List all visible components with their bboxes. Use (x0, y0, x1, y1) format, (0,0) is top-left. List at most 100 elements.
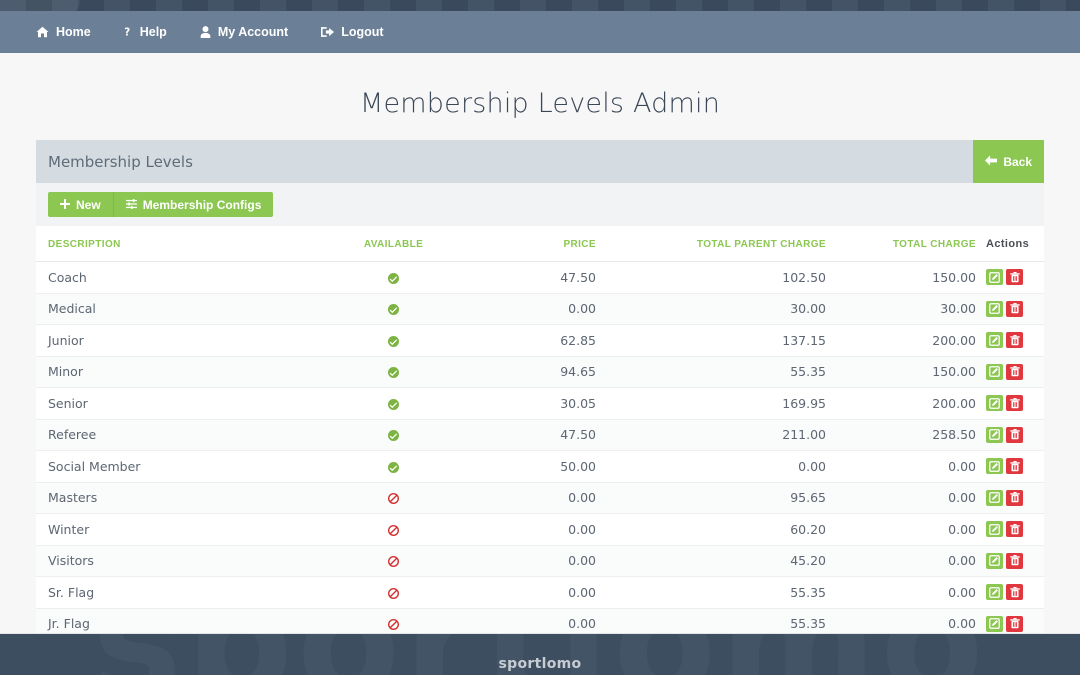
cell-price: 47.50 (451, 261, 596, 294)
delete-row-button[interactable] (1006, 584, 1023, 600)
footer-brand: sportlomo (498, 656, 582, 672)
membership-configs-button[interactable]: Membership Configs (112, 192, 274, 217)
cell-actions (976, 356, 1044, 388)
cell-actions (976, 576, 1044, 609)
row-action-group (986, 300, 1023, 317)
table-row: Winter 0.00 60.20 0.00 (36, 513, 1044, 546)
edit-row-button[interactable] (986, 395, 1003, 411)
column-header-price[interactable]: PRICE (451, 226, 596, 262)
cell-total-parent-charge: 55.35 (596, 356, 826, 388)
cell-total-parent-charge: 137.15 (596, 324, 826, 357)
row-action-group (986, 521, 1023, 537)
cell-actions (976, 545, 1044, 577)
cell-price: 0.00 (451, 293, 596, 325)
cell-actions (976, 482, 1044, 514)
delete-row-button[interactable] (1006, 426, 1023, 443)
delete-row-button[interactable] (1006, 458, 1023, 474)
delete-row-button[interactable] (1006, 552, 1023, 569)
cell-description: Winter (36, 513, 336, 546)
column-header-available[interactable]: AVAILABLE (336, 226, 451, 262)
cell-description: Sr. Flag (36, 576, 336, 609)
delete-row-button[interactable] (1006, 489, 1023, 506)
cell-description: Masters (36, 482, 336, 514)
page-title: Membership Levels Admin (359, 88, 721, 119)
panel-header: Membership Levels Back (36, 140, 1044, 183)
check-circle-icon (388, 430, 399, 442)
back-button-label: Back (1003, 154, 1032, 169)
edit-row-button[interactable] (986, 552, 1003, 569)
nav-item-my-account[interactable]: My Account (200, 26, 288, 39)
delete-row-button[interactable] (1006, 363, 1023, 380)
cell-description: Medical (36, 293, 336, 325)
row-action-group (986, 332, 1023, 348)
membership-levels-table: DESCRIPTION AVAILABLE PRICE TOTAL PARENT… (36, 226, 1044, 675)
row-action-group (986, 269, 1023, 285)
column-header-description[interactable]: DESCRIPTION (36, 226, 336, 262)
ban-circle-icon (388, 524, 399, 536)
sliders-icon (125, 198, 137, 212)
table-row: Junior 62.85 137.15 200.00 (36, 324, 1044, 357)
table-row: Social Member 50.00 0.00 0.00 (36, 450, 1044, 483)
nav-item-logout[interactable]: Logout (321, 24, 384, 39)
toolbar-button-group: New Membership Configs (48, 192, 274, 217)
cell-available (336, 324, 451, 357)
delete-row-button[interactable] (1006, 269, 1023, 285)
row-action-group (986, 552, 1023, 569)
back-button[interactable]: Back (973, 140, 1044, 183)
membership-levels-panel: Membership Levels Back New Membership Co… (36, 140, 1044, 675)
cell-price: 0.00 (451, 513, 596, 546)
cell-description: Minor (36, 356, 336, 388)
nav-item-my-account-label: My Account (217, 24, 289, 39)
nav-item-logout-label: Logout (341, 24, 384, 39)
cell-actions (976, 419, 1044, 451)
main-navigation: Home ? Help My Account Logout (0, 11, 1080, 53)
cell-total-charge: 0.00 (826, 576, 976, 609)
nav-item-help[interactable]: ? Help (124, 26, 167, 39)
edit-row-button[interactable] (986, 300, 1003, 317)
cell-description: Junior (36, 324, 336, 357)
cell-total-parent-charge: 95.65 (596, 482, 826, 514)
cell-total-charge: 200.00 (826, 324, 976, 357)
edit-row-button[interactable] (986, 426, 1003, 443)
cell-actions (976, 387, 1044, 420)
cell-available (336, 419, 451, 451)
delete-row-button[interactable] (1006, 332, 1023, 348)
delete-row-button[interactable] (1006, 521, 1023, 537)
edit-row-button[interactable] (986, 458, 1003, 474)
check-circle-icon (388, 304, 399, 316)
row-action-group (986, 426, 1023, 443)
cell-price: 47.50 (451, 419, 596, 451)
edit-row-button[interactable] (986, 332, 1003, 348)
nav-item-home[interactable]: Home (36, 26, 91, 39)
edit-row-button[interactable] (986, 363, 1003, 380)
cell-total-charge: 0.00 (826, 482, 976, 514)
column-header-total-charge[interactable]: TOTAL CHARGE (826, 226, 976, 262)
cell-description: Coach (36, 261, 336, 294)
cell-price: 0.00 (451, 576, 596, 609)
panel-title: Membership Levels (48, 152, 193, 171)
table-row: Masters 0.00 95.65 0.00 (36, 482, 1044, 514)
edit-row-button[interactable] (986, 615, 1003, 632)
cell-available (336, 576, 451, 609)
edit-row-button[interactable] (986, 269, 1003, 285)
ban-circle-icon (388, 587, 399, 599)
ban-circle-icon (388, 493, 399, 505)
table-header: DESCRIPTION AVAILABLE PRICE TOTAL PARENT… (36, 226, 1044, 262)
column-header-total-parent-charge[interactable]: TOTAL PARENT CHARGE (596, 226, 826, 262)
cell-total-charge: 150.00 (826, 261, 976, 294)
new-button[interactable]: New (48, 192, 113, 217)
delete-row-button[interactable] (1006, 615, 1023, 632)
cell-available (336, 293, 451, 325)
delete-row-button[interactable] (1006, 395, 1023, 411)
table-row: Coach 47.50 102.50 150.00 (36, 261, 1044, 294)
table-row: Referee 47.50 211.00 258.50 (36, 419, 1044, 451)
delete-row-button[interactable] (1006, 300, 1023, 317)
edit-row-button[interactable] (986, 584, 1003, 600)
cell-total-charge: 0.00 (826, 513, 976, 546)
table-body: Coach 47.50 102.50 150.00 Medical 0.00 30.00 30… (36, 261, 1044, 675)
table-row: Medical 0.00 30.00 30.00 (36, 293, 1044, 325)
new-button-label: New (76, 197, 101, 212)
edit-row-button[interactable] (986, 521, 1003, 537)
cell-total-parent-charge: 45.20 (596, 545, 826, 577)
edit-row-button[interactable] (986, 489, 1003, 506)
